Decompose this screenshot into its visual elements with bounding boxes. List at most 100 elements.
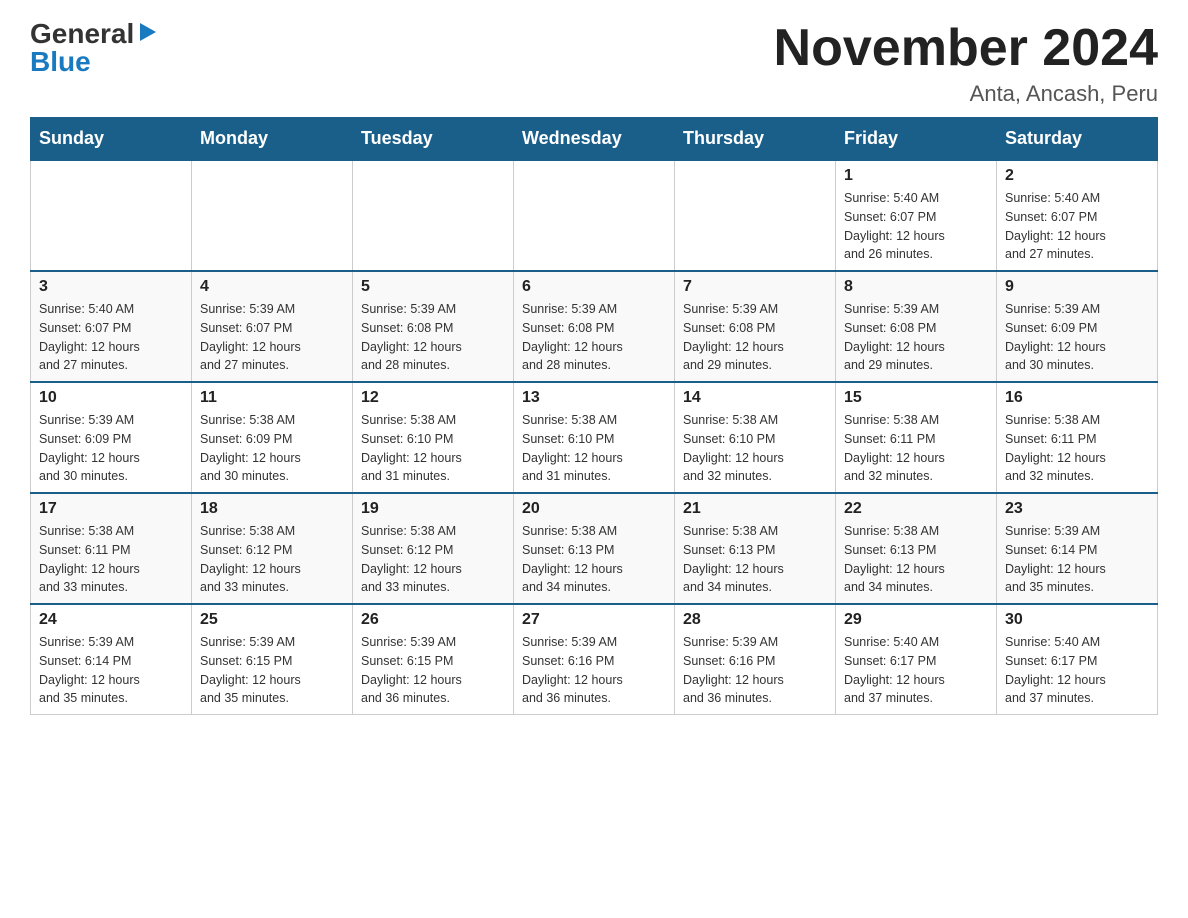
day-header-tuesday: Tuesday: [353, 118, 514, 161]
day-number: 21: [683, 500, 827, 518]
day-header-wednesday: Wednesday: [514, 118, 675, 161]
calendar-cell: [31, 160, 192, 271]
calendar-cell: 10 Sunrise: 5:39 AM Sunset: 6:09 PM Dayli…: [31, 382, 192, 493]
day-info: Sunrise: 5:39 AM Sunset: 6:09 PM Dayligh…: [39, 411, 183, 486]
logo-triangle-icon: [136, 21, 158, 43]
calendar-cell: 13 Sunrise: 5:38 AM Sunset: 6:10 PM Dayli…: [514, 382, 675, 493]
calendar-cell: 26 Sunrise: 5:39 AM Sunset: 6:15 PM Dayli…: [353, 604, 514, 715]
calendar-cell: 12 Sunrise: 5:38 AM Sunset: 6:10 PM Dayli…: [353, 382, 514, 493]
day-info: Sunrise: 5:38 AM Sunset: 6:12 PM Dayligh…: [361, 522, 505, 597]
calendar-cell: 5Sunrise: 5:39 AM Sunset: 6:08 PM Daylig…: [353, 271, 514, 382]
day-number: 17: [39, 500, 183, 518]
day-number: 30: [1005, 611, 1149, 629]
day-header-sunday: Sunday: [31, 118, 192, 161]
calendar-cell: 14 Sunrise: 5:38 AM Sunset: 6:10 PM Dayli…: [675, 382, 836, 493]
day-info: Sunrise: 5:38 AM Sunset: 6:13 PM Dayligh…: [844, 522, 988, 597]
week-row-4: 17 Sunrise: 5:38 AM Sunset: 6:11 PM Dayli…: [31, 493, 1158, 604]
day-number: 5: [361, 278, 505, 296]
week-row-3: 10 Sunrise: 5:39 AM Sunset: 6:09 PM Dayli…: [31, 382, 1158, 493]
day-info: Sunrise: 5:39 AM Sunset: 6:15 PM Dayligh…: [200, 633, 344, 708]
day-number: 6: [522, 278, 666, 296]
day-info: Sunrise: 5:39 AM Sunset: 6:08 PM Dayligh…: [522, 300, 666, 375]
calendar-cell: 3 Sunrise: 5:40 AM Sunset: 6:07 PM Daylig…: [31, 271, 192, 382]
day-info: Sunrise: 5:38 AM Sunset: 6:11 PM Dayligh…: [39, 522, 183, 597]
day-number: 4: [200, 278, 344, 296]
day-info: Sunrise: 5:39 AM Sunset: 6:15 PM Dayligh…: [361, 633, 505, 708]
week-row-5: 24 Sunrise: 5:39 AM Sunset: 6:14 PM Dayli…: [31, 604, 1158, 715]
day-number: 8: [844, 278, 988, 296]
calendar-cell: 17 Sunrise: 5:38 AM Sunset: 6:11 PM Dayli…: [31, 493, 192, 604]
calendar-cell: 2 Sunrise: 5:40 AM Sunset: 6:07 PM Daylig…: [997, 160, 1158, 271]
day-number: 3: [39, 278, 183, 296]
day-number: 27: [522, 611, 666, 629]
day-number: 23: [1005, 500, 1149, 518]
calendar-cell: 24 Sunrise: 5:39 AM Sunset: 6:14 PM Dayli…: [31, 604, 192, 715]
calendar-table: SundayMondayTuesdayWednesdayThursdayFrid…: [30, 117, 1158, 715]
day-info: Sunrise: 5:38 AM Sunset: 6:13 PM Dayligh…: [683, 522, 827, 597]
day-number: 19: [361, 500, 505, 518]
calendar-cell: 20Sunrise: 5:38 AM Sunset: 6:13 PM Dayli…: [514, 493, 675, 604]
calendar-cell: [192, 160, 353, 271]
day-info: Sunrise: 5:40 AM Sunset: 6:07 PM Dayligh…: [844, 189, 988, 264]
calendar-cell: 25 Sunrise: 5:39 AM Sunset: 6:15 PM Dayli…: [192, 604, 353, 715]
calendar-cell: 19 Sunrise: 5:38 AM Sunset: 6:12 PM Dayli…: [353, 493, 514, 604]
day-number: 25: [200, 611, 344, 629]
day-header-saturday: Saturday: [997, 118, 1158, 161]
calendar-cell: 16 Sunrise: 5:38 AM Sunset: 6:11 PM Dayli…: [997, 382, 1158, 493]
calendar-cell: 4 Sunrise: 5:39 AM Sunset: 6:07 PM Daylig…: [192, 271, 353, 382]
calendar-cell: 22 Sunrise: 5:38 AM Sunset: 6:13 PM Dayli…: [836, 493, 997, 604]
calendar-cell: 7Sunrise: 5:39 AM Sunset: 6:08 PM Daylig…: [675, 271, 836, 382]
day-number: 28: [683, 611, 827, 629]
calendar-cell: 18Sunrise: 5:38 AM Sunset: 6:12 PM Dayli…: [192, 493, 353, 604]
calendar-cell: [514, 160, 675, 271]
day-info: Sunrise: 5:39 AM Sunset: 6:07 PM Dayligh…: [200, 300, 344, 375]
calendar-cell: 21 Sunrise: 5:38 AM Sunset: 6:13 PM Dayli…: [675, 493, 836, 604]
day-info: Sunrise: 5:40 AM Sunset: 6:07 PM Dayligh…: [1005, 189, 1149, 264]
calendar-cell: 28Sunrise: 5:39 AM Sunset: 6:16 PM Dayli…: [675, 604, 836, 715]
week-row-2: 3 Sunrise: 5:40 AM Sunset: 6:07 PM Daylig…: [31, 271, 1158, 382]
day-info: Sunrise: 5:40 AM Sunset: 6:07 PM Dayligh…: [39, 300, 183, 375]
day-header-thursday: Thursday: [675, 118, 836, 161]
day-info: Sunrise: 5:38 AM Sunset: 6:11 PM Dayligh…: [1005, 411, 1149, 486]
day-number: 10: [39, 389, 183, 407]
day-info: Sunrise: 5:38 AM Sunset: 6:10 PM Dayligh…: [683, 411, 827, 486]
header: General Blue November 2024 Anta, Ancash,…: [30, 20, 1158, 107]
day-info: Sunrise: 5:40 AM Sunset: 6:17 PM Dayligh…: [844, 633, 988, 708]
day-number: 22: [844, 500, 988, 518]
calendar-cell: 27 Sunrise: 5:39 AM Sunset: 6:16 PM Dayli…: [514, 604, 675, 715]
calendar-cell: 9Sunrise: 5:39 AM Sunset: 6:09 PM Daylig…: [997, 271, 1158, 382]
day-info: Sunrise: 5:39 AM Sunset: 6:14 PM Dayligh…: [39, 633, 183, 708]
day-number: 2: [1005, 167, 1149, 185]
calendar-cell: 29 Sunrise: 5:40 AM Sunset: 6:17 PM Dayli…: [836, 604, 997, 715]
calendar-cell: [675, 160, 836, 271]
day-number: 13: [522, 389, 666, 407]
day-header-monday: Monday: [192, 118, 353, 161]
day-number: 16: [1005, 389, 1149, 407]
calendar-cell: 1 Sunrise: 5:40 AM Sunset: 6:07 PM Daylig…: [836, 160, 997, 271]
day-info: Sunrise: 5:40 AM Sunset: 6:17 PM Dayligh…: [1005, 633, 1149, 708]
day-info: Sunrise: 5:38 AM Sunset: 6:10 PM Dayligh…: [522, 411, 666, 486]
calendar-cell: 15Sunrise: 5:38 AM Sunset: 6:11 PM Dayli…: [836, 382, 997, 493]
day-number: 7: [683, 278, 827, 296]
day-number: 14: [683, 389, 827, 407]
day-number: 1: [844, 167, 988, 185]
day-number: 11: [200, 389, 344, 407]
day-number: 12: [361, 389, 505, 407]
day-number: 26: [361, 611, 505, 629]
day-number: 24: [39, 611, 183, 629]
calendar-cell: 8 Sunrise: 5:39 AM Sunset: 6:08 PM Daylig…: [836, 271, 997, 382]
days-header-row: SundayMondayTuesdayWednesdayThursdayFrid…: [31, 118, 1158, 161]
day-number: 29: [844, 611, 988, 629]
day-info: Sunrise: 5:38 AM Sunset: 6:10 PM Dayligh…: [361, 411, 505, 486]
calendar-cell: 6 Sunrise: 5:39 AM Sunset: 6:08 PM Daylig…: [514, 271, 675, 382]
day-info: Sunrise: 5:38 AM Sunset: 6:09 PM Dayligh…: [200, 411, 344, 486]
day-header-friday: Friday: [836, 118, 997, 161]
logo-general-text: General: [30, 20, 134, 48]
day-info: Sunrise: 5:39 AM Sunset: 6:16 PM Dayligh…: [522, 633, 666, 708]
calendar-cell: 30 Sunrise: 5:40 AM Sunset: 6:17 PM Dayli…: [997, 604, 1158, 715]
day-number: 9: [1005, 278, 1149, 296]
day-info: Sunrise: 5:38 AM Sunset: 6:12 PM Dayligh…: [200, 522, 344, 597]
day-info: Sunrise: 5:39 AM Sunset: 6:08 PM Dayligh…: [844, 300, 988, 375]
day-info: Sunrise: 5:39 AM Sunset: 6:14 PM Dayligh…: [1005, 522, 1149, 597]
day-info: Sunrise: 5:38 AM Sunset: 6:13 PM Dayligh…: [522, 522, 666, 597]
